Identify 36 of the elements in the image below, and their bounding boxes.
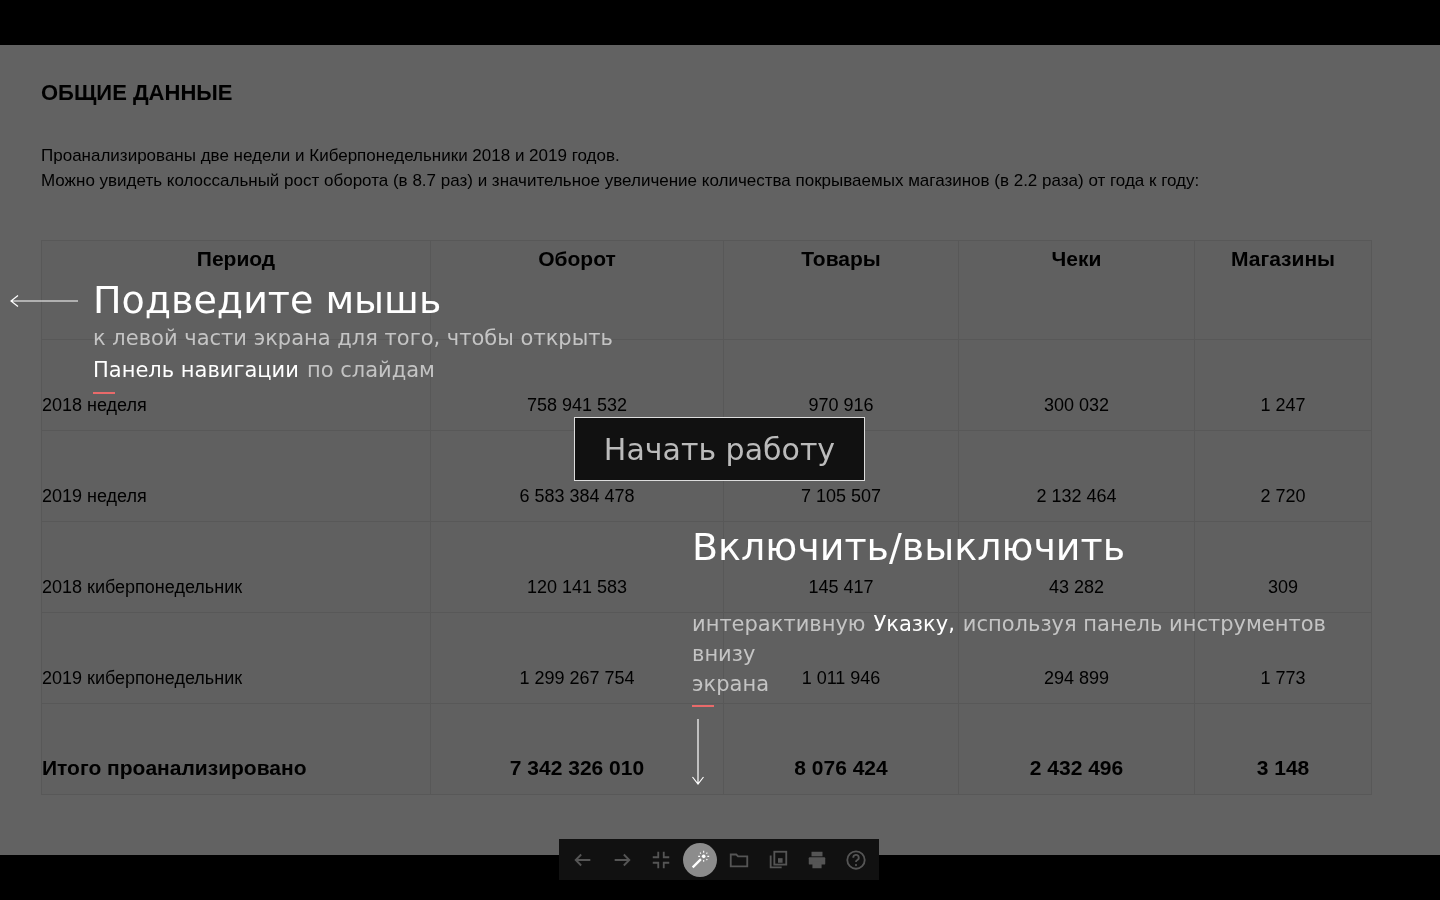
table-cell: 2 132 464 [958, 430, 1195, 522]
total-cell: 3 148 [1194, 703, 1372, 795]
hint-text: используя панель инструментов [962, 611, 1326, 638]
hint-text: внизу [692, 641, 756, 668]
down-arrow-icon [692, 719, 704, 785]
hint-text: экрана [692, 671, 769, 698]
column-header: Чеки [958, 240, 1195, 340]
hint-title: Включить/выключить [692, 525, 1126, 569]
hint-text: Указку, [873, 611, 955, 638]
paragraph-line: Можно увидеть колоссальный рост оборота (в 8.7 раз) и значительное увеличение количества покрываемых магазинов (в 2.2 раза) от года к году: [41, 170, 1200, 192]
table-cell: 2019 неделя [41, 430, 431, 522]
slide-title: ОБЩИЕ ДАННЫЕ [41, 79, 233, 107]
hint-text: к левой части экрана для того, чтобы открыть [93, 325, 613, 352]
toolbar-button[interactable] [682, 842, 717, 877]
start-button[interactable]: Начать работу [574, 417, 865, 481]
column-header: Магазины [1194, 240, 1372, 340]
accent-line [692, 705, 714, 707]
table-cell: 309 [1194, 521, 1372, 613]
total-cell: 2 432 496 [958, 703, 1195, 795]
hint-text: интерактивную [692, 611, 866, 638]
hint-text: Панель навигации [93, 357, 299, 384]
table-cell: 300 032 [958, 339, 1195, 431]
accent-line [93, 392, 115, 394]
table-cell: 2019 киберпонедельник [41, 612, 431, 704]
table-cell: 1 247 [1194, 339, 1372, 431]
left-arrow-icon [10, 295, 78, 307]
paragraph-line: Проанализированы две недели и Киберпонедельники 2018 и 2019 годов. [41, 145, 620, 167]
column-header: Товары [723, 240, 959, 340]
total-cell: Итого проанализировано [41, 703, 431, 795]
help-icon [844, 848, 867, 871]
table-cell: 2018 киберпонедельник [41, 521, 431, 613]
total-cell: 8 076 424 [723, 703, 959, 795]
total-cell: 7 342 326 010 [430, 703, 724, 795]
hint-text: по слайдам [306, 357, 435, 384]
hint-title: Подведите мышь [93, 278, 442, 322]
table-cell: 2 720 [1194, 430, 1372, 522]
